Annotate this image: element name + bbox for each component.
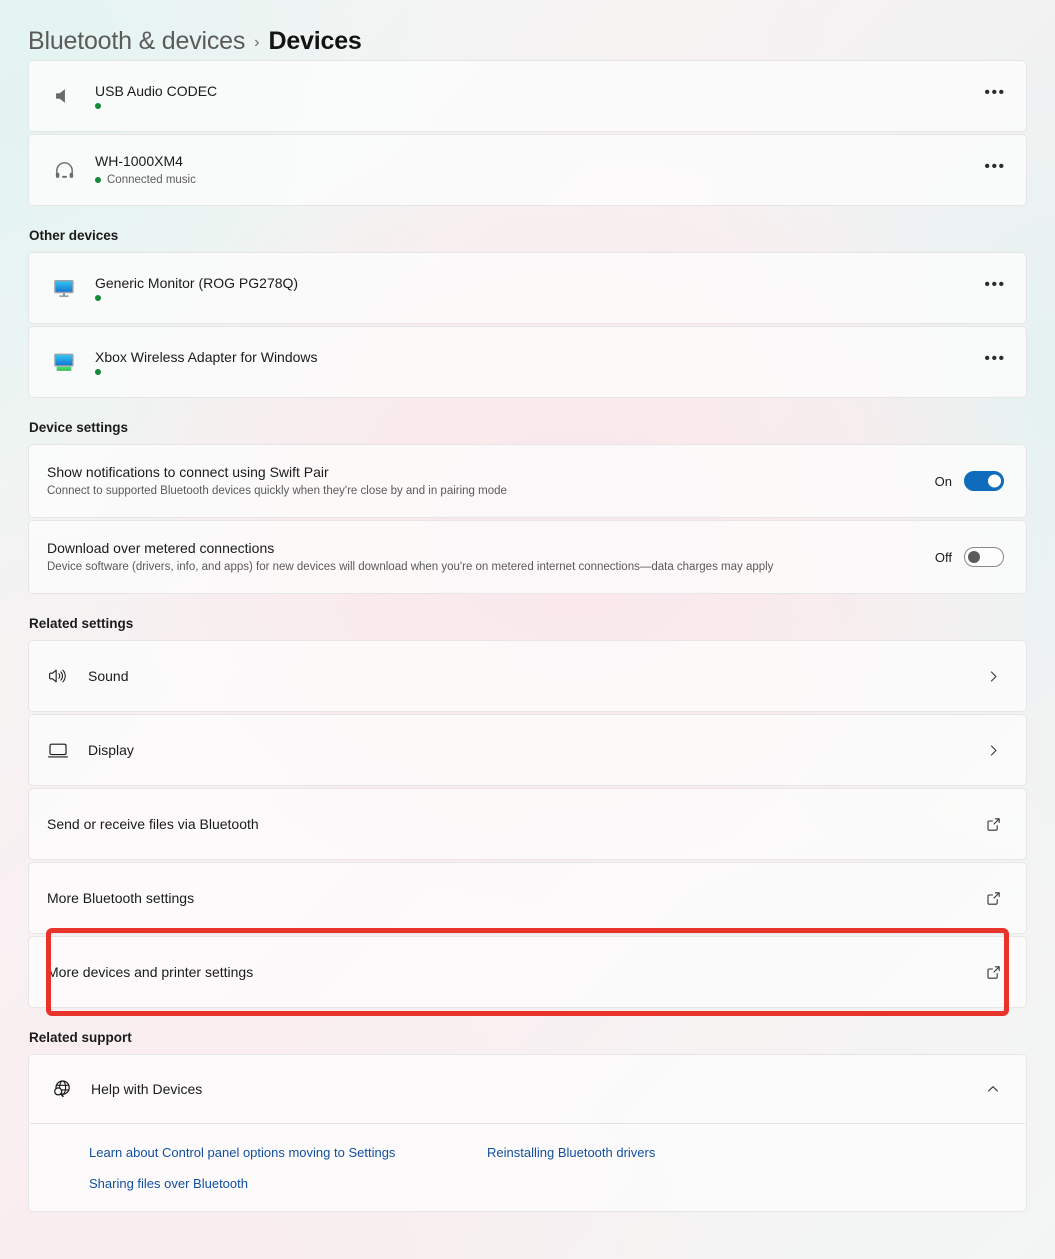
section-heading-related-support: Related support <box>29 1030 132 1045</box>
breadcrumb-parent-link[interactable]: Bluetooth & devices <box>28 27 245 56</box>
device-status: Connected music <box>95 173 978 187</box>
related-setting-label: More devices and printer settings <box>47 964 254 980</box>
external-link-icon <box>982 887 1004 909</box>
toggle-group: On <box>935 471 1004 491</box>
related-setting-label: Display <box>88 742 134 758</box>
section-heading-other-devices: Other devices <box>29 228 119 243</box>
settings-content: USB Audio CODEC ••• WH-1000XM4 Connected… <box>0 60 1055 1212</box>
status-dot-icon <box>95 295 101 301</box>
device-name: USB Audio CODEC <box>95 83 218 99</box>
monitor-green-icon <box>47 350 81 374</box>
device-more-options-button[interactable]: ••• <box>978 79 1012 113</box>
device-name: Generic Monitor (ROG PG278Q) <box>95 275 299 291</box>
setting-description: Device software (drivers, info, and apps… <box>47 561 774 573</box>
device-name: Xbox Wireless Adapter for Windows <box>95 349 318 365</box>
link-row[interactable]: Display <box>29 715 1026 785</box>
support-links-list: Learn about Control panel options moving… <box>29 1124 1026 1211</box>
device-name: WH-1000XM4 <box>95 153 183 169</box>
related-setting-more-bluetooth[interactable]: More Bluetooth settings <box>28 862 1027 934</box>
status-dot-icon <box>95 177 101 183</box>
device-info: WH-1000XM4 Connected music <box>95 153 978 187</box>
setting-title: Download over metered connections <box>47 540 275 556</box>
support-link[interactable]: Reinstalling Bluetooth drivers <box>487 1144 787 1162</box>
device-info: USB Audio CODEC <box>95 83 978 109</box>
chevron-right-icon <box>982 739 1004 761</box>
setting-text: Download over metered connections Device… <box>47 539 935 575</box>
link-row[interactable]: More devices and printer settings <box>29 937 1026 1007</box>
device-more-options-button[interactable]: ••• <box>978 345 1012 379</box>
device-card-usb-audio-codec[interactable]: USB Audio CODEC ••• <box>28 60 1027 132</box>
monitor-icon <box>47 276 81 300</box>
device-more-options-button[interactable]: ••• <box>978 271 1012 305</box>
headphones-icon <box>47 159 81 182</box>
toggle-knob <box>968 551 980 563</box>
status-dot-icon <box>95 369 101 375</box>
metered-connections-toggle[interactable] <box>964 547 1004 567</box>
chevron-up-icon[interactable] <box>982 1078 1004 1100</box>
setting-card-metered-connections: Download over metered connections Device… <box>28 520 1027 594</box>
setting-card-swift-pair: Show notifications to connect using Swif… <box>28 444 1027 518</box>
page-title: Devices <box>268 26 362 55</box>
external-link-icon <box>982 961 1004 983</box>
speaker-icon <box>47 85 81 107</box>
link-row[interactable]: Send or receive files via Bluetooth <box>29 789 1026 859</box>
toggle-state-label: Off <box>934 549 952 565</box>
chevron-right-icon <box>982 665 1004 687</box>
related-setting-sound[interactable]: Sound <box>28 640 1027 712</box>
support-link[interactable]: Learn about Control panel options moving… <box>89 1144 487 1162</box>
status-dot-icon <box>95 103 101 109</box>
device-status <box>95 295 978 301</box>
highlighted-row-container: More devices and printer settings <box>28 928 1027 1016</box>
help-with-devices-label: Help with Devices <box>91 1081 203 1097</box>
swift-pair-toggle[interactable] <box>964 471 1004 491</box>
device-more-options-button[interactable]: ••• <box>978 153 1012 187</box>
toggle-group: Off <box>935 547 1004 567</box>
section-heading-device-settings: Device settings <box>29 420 129 435</box>
related-setting-label: More Bluetooth settings <box>47 890 195 906</box>
toggle-state-label: On <box>934 473 952 489</box>
device-info: Generic Monitor (ROG PG278Q) <box>95 275 978 301</box>
toggle-knob <box>988 474 1001 488</box>
related-support-card: Help with Devices Learn about Control pa… <box>28 1054 1027 1212</box>
device-card-generic-monitor[interactable]: Generic Monitor (ROG PG278Q) ••• <box>28 252 1027 324</box>
section-heading-related-settings: Related settings <box>29 616 134 631</box>
help-with-devices-header[interactable]: Help with Devices <box>29 1055 1026 1123</box>
related-setting-send-receive-files[interactable]: Send or receive files via Bluetooth <box>28 788 1027 860</box>
device-status <box>95 369 978 375</box>
setting-text: Show notifications to connect using Swif… <box>47 463 935 499</box>
setting-description: Connect to supported Bluetooth devices q… <box>47 485 507 497</box>
related-setting-label: Sound <box>88 668 129 684</box>
globe-help-icon <box>47 1077 77 1101</box>
breadcrumb-separator-icon: › <box>254 33 260 51</box>
related-setting-display[interactable]: Display <box>28 714 1027 786</box>
related-setting-more-devices-printers[interactable]: More devices and printer settings <box>28 936 1027 1008</box>
sound-icon <box>47 666 73 686</box>
device-status-label: Connected music <box>107 174 196 186</box>
device-status <box>95 103 978 109</box>
settings-page: Bluetooth & devices › Devices USB Audio … <box>0 0 1055 1259</box>
related-setting-label: Send or receive files via Bluetooth <box>47 816 259 832</box>
display-icon <box>47 740 73 760</box>
device-row[interactable]: Xbox Wireless Adapter for Windows ••• <box>29 327 1026 397</box>
device-row[interactable]: USB Audio CODEC ••• <box>29 61 1026 131</box>
breadcrumb: Bluetooth & devices › Devices <box>0 0 1055 60</box>
external-link-icon <box>982 813 1004 835</box>
setting-row: Show notifications to connect using Swif… <box>29 445 1026 517</box>
device-row[interactable]: Generic Monitor (ROG PG278Q) ••• <box>29 253 1026 323</box>
device-info: Xbox Wireless Adapter for Windows <box>95 349 978 375</box>
device-card-wh-1000xm4[interactable]: WH-1000XM4 Connected music ••• <box>28 134 1027 206</box>
support-link[interactable]: Sharing files over Bluetooth <box>89 1175 487 1193</box>
link-row[interactable]: Sound <box>29 641 1026 711</box>
link-row[interactable]: More Bluetooth settings <box>29 863 1026 933</box>
device-row[interactable]: WH-1000XM4 Connected music ••• <box>29 135 1026 205</box>
device-card-xbox-wireless-adapter[interactable]: Xbox Wireless Adapter for Windows ••• <box>28 326 1027 398</box>
setting-row: Download over metered connections Device… <box>29 521 1026 593</box>
setting-title: Show notifications to connect using Swif… <box>47 464 329 480</box>
